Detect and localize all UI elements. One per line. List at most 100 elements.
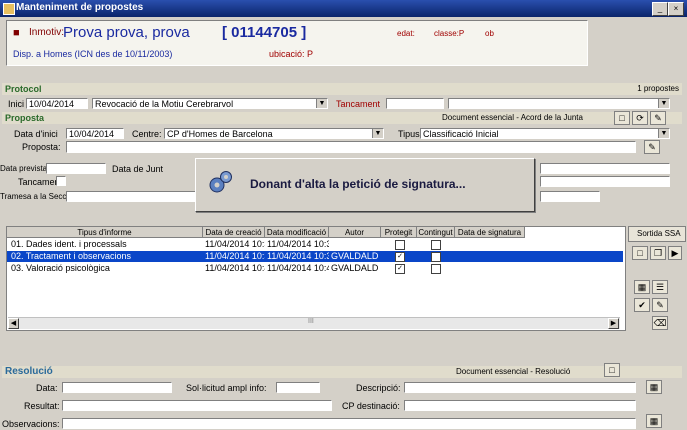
resolucio-data-field[interactable] bbox=[62, 382, 172, 393]
ob-label: ob bbox=[485, 29, 494, 38]
edat-label: edat: bbox=[397, 29, 415, 38]
progress-dialog: Donant d'alta la petició de signatura... bbox=[195, 158, 535, 212]
row-modif: 11/04/2014 10:38 bbox=[267, 239, 329, 249]
descripcio-lookup-icon[interactable]: ▦ bbox=[646, 380, 662, 394]
lookup-icon[interactable]: ✎ bbox=[644, 140, 660, 154]
list-icon[interactable]: ☰ bbox=[652, 280, 668, 294]
data-junta-label: Data de Junt bbox=[112, 164, 164, 174]
tancament-motiu-select[interactable]: ▼ bbox=[448, 98, 670, 109]
row-creacio: 11/04/2014 10:38 bbox=[205, 251, 265, 261]
protegit-checkbox[interactable]: ✓ bbox=[395, 264, 405, 274]
minimize-button[interactable]: _ bbox=[652, 2, 668, 16]
refresh-icon[interactable]: ⟳ bbox=[632, 111, 648, 125]
column-header-tipus[interactable]: Tipus d'informe bbox=[7, 227, 203, 238]
resultat-label: Resultat: bbox=[24, 401, 60, 411]
resolucio-data-label: Data: bbox=[36, 383, 58, 393]
inici-date-field[interactable]: 10/04/2014 bbox=[26, 98, 88, 109]
preview-icon[interactable]: ▦ bbox=[634, 280, 650, 294]
proposta-field[interactable] bbox=[66, 141, 636, 153]
descripcio-field[interactable] bbox=[404, 382, 636, 393]
row-modif: 11/04/2014 10:39 bbox=[267, 251, 329, 261]
documents-grid[interactable]: Tipus d'informe Data de creació Data mod… bbox=[6, 226, 626, 331]
chevron-down-icon[interactable]: ▼ bbox=[372, 129, 383, 138]
observacions-field[interactable] bbox=[62, 418, 636, 429]
window-title: Manteniment de propostes bbox=[16, 2, 144, 13]
sollicitud-field[interactable] bbox=[276, 382, 320, 393]
centre-select[interactable]: CP d'Homes de Barcelona ▼ bbox=[164, 128, 384, 139]
cp-desti-label: CP destinació: bbox=[342, 401, 400, 411]
tipus-label: Tipus: bbox=[398, 129, 423, 139]
table-row[interactable]: 02. Tractament i observacions 11/04/2014… bbox=[7, 251, 623, 262]
protocol-tancament-field[interactable] bbox=[386, 98, 444, 109]
protegit-checkbox[interactable] bbox=[395, 240, 405, 250]
proposta-extra-field-3[interactable] bbox=[540, 191, 600, 202]
eraser-icon[interactable]: ⌫ bbox=[652, 316, 668, 330]
tancament-checkbox[interactable] bbox=[56, 176, 66, 186]
proposta-extra-field-1[interactable] bbox=[540, 163, 670, 174]
patient-name: Prova prova, prova bbox=[63, 24, 190, 41]
row-tipus: 02. Tractament i observacions bbox=[11, 251, 132, 261]
row-creacio: 11/04/2014 10:40 bbox=[205, 263, 265, 273]
chevron-down-icon[interactable]: ▼ bbox=[658, 129, 669, 138]
patient-nhc: [ 01144705 ] bbox=[222, 24, 307, 41]
column-header-contingut[interactable]: Contingut bbox=[417, 227, 455, 238]
row-modif: 11/04/2014 10:40 bbox=[267, 263, 329, 273]
protocol-select[interactable]: Revocació de la Motiu Cerebrarvol ▼ bbox=[92, 98, 328, 109]
resolucio-doc-label: Document essencial - Resolució bbox=[456, 367, 571, 376]
pen-icon[interactable]: ✎ bbox=[652, 298, 668, 312]
column-header-autor[interactable]: Autor bbox=[329, 227, 381, 238]
descripcio-label: Descripció: bbox=[356, 383, 401, 393]
column-header-signatura[interactable]: Data de signatura bbox=[455, 227, 525, 238]
proposta-label: Proposta: bbox=[22, 142, 61, 152]
table-row[interactable]: 01. Dades ident. i processals 11/04/2014… bbox=[7, 239, 623, 250]
observacions-label: Observacions: bbox=[2, 419, 60, 429]
horizontal-scrollbar[interactable]: ◀ III ▶ bbox=[8, 317, 620, 329]
chevron-down-icon[interactable]: ▼ bbox=[316, 99, 327, 108]
progress-message: Donant d'alta la petició de signatura... bbox=[250, 177, 466, 191]
title-bar: Manteniment de propostes _ × bbox=[0, 0, 687, 17]
protocol-section-header: Protocol 1 propostes bbox=[2, 83, 682, 95]
gears-icon bbox=[209, 171, 232, 193]
column-header-protegit[interactable]: Protegit bbox=[381, 227, 417, 238]
sollicitud-label: Sol·licitud ampl info: bbox=[186, 383, 267, 393]
print-icon[interactable]: □ bbox=[632, 246, 648, 260]
column-header-modificacio[interactable]: Data modificació bbox=[265, 227, 329, 238]
contingut-checkbox[interactable] bbox=[431, 240, 441, 250]
protegit-checkbox[interactable]: ✓ bbox=[395, 252, 405, 262]
classe-label: classe:P bbox=[434, 29, 465, 38]
contingut-checkbox[interactable] bbox=[431, 252, 441, 262]
column-header-creacio[interactable]: Data de creació bbox=[203, 227, 265, 238]
resultat-field[interactable] bbox=[62, 400, 332, 411]
row-tipus: 03. Valoració psicològica bbox=[11, 263, 110, 273]
export-icon[interactable]: ▶ bbox=[668, 246, 682, 260]
row-creacio: 11/04/2014 10:37 bbox=[205, 239, 265, 249]
document-icon[interactable]: □ bbox=[614, 111, 630, 125]
proposta-extra-field-2[interactable] bbox=[540, 176, 670, 187]
tramesa-label: Tramesa a la Secció: bbox=[0, 192, 75, 201]
tramesa-field[interactable] bbox=[66, 191, 216, 202]
person-icon: ■ bbox=[13, 27, 20, 39]
proposta-section-label: Proposta bbox=[5, 113, 45, 123]
scroll-right-icon[interactable]: ▶ bbox=[608, 318, 619, 329]
cp-desti-field[interactable] bbox=[404, 400, 636, 411]
sign-icon[interactable]: ✔ bbox=[634, 298, 650, 312]
patient-disposition: Disp. a Homes (ICN des de 10/11/2003) bbox=[13, 49, 173, 59]
copy-icon[interactable]: ❐ bbox=[650, 246, 666, 260]
resolucio-document-icon[interactable]: □ bbox=[604, 363, 620, 377]
scroll-left-icon[interactable]: ◀ bbox=[8, 318, 19, 329]
protocol-tancament-label: Tancament bbox=[336, 99, 381, 109]
data-inici-field[interactable]: 10/04/2014 bbox=[66, 128, 124, 139]
tipus-select[interactable]: Classificació Inicial ▼ bbox=[420, 128, 670, 139]
proposta-section-header: Proposta Document essencial - Acord de l… bbox=[2, 112, 682, 124]
scroll-thumb[interactable]: III bbox=[308, 318, 314, 325]
patient-label: Inmotiv: bbox=[29, 27, 65, 38]
chevron-down-icon[interactable]: ▼ bbox=[658, 99, 669, 108]
observacions-lookup-icon[interactable]: ▦ bbox=[646, 414, 662, 428]
edit-icon[interactable]: ✎ bbox=[650, 111, 666, 125]
patient-ubicacio: ubicació: P bbox=[269, 49, 314, 59]
row-autor: GVALDALD bbox=[331, 263, 379, 273]
data-prevista-field[interactable] bbox=[46, 163, 106, 174]
contingut-checkbox[interactable] bbox=[431, 264, 441, 274]
close-button[interactable]: × bbox=[668, 2, 684, 16]
table-row[interactable]: 03. Valoració psicològica 11/04/2014 10:… bbox=[7, 263, 623, 274]
